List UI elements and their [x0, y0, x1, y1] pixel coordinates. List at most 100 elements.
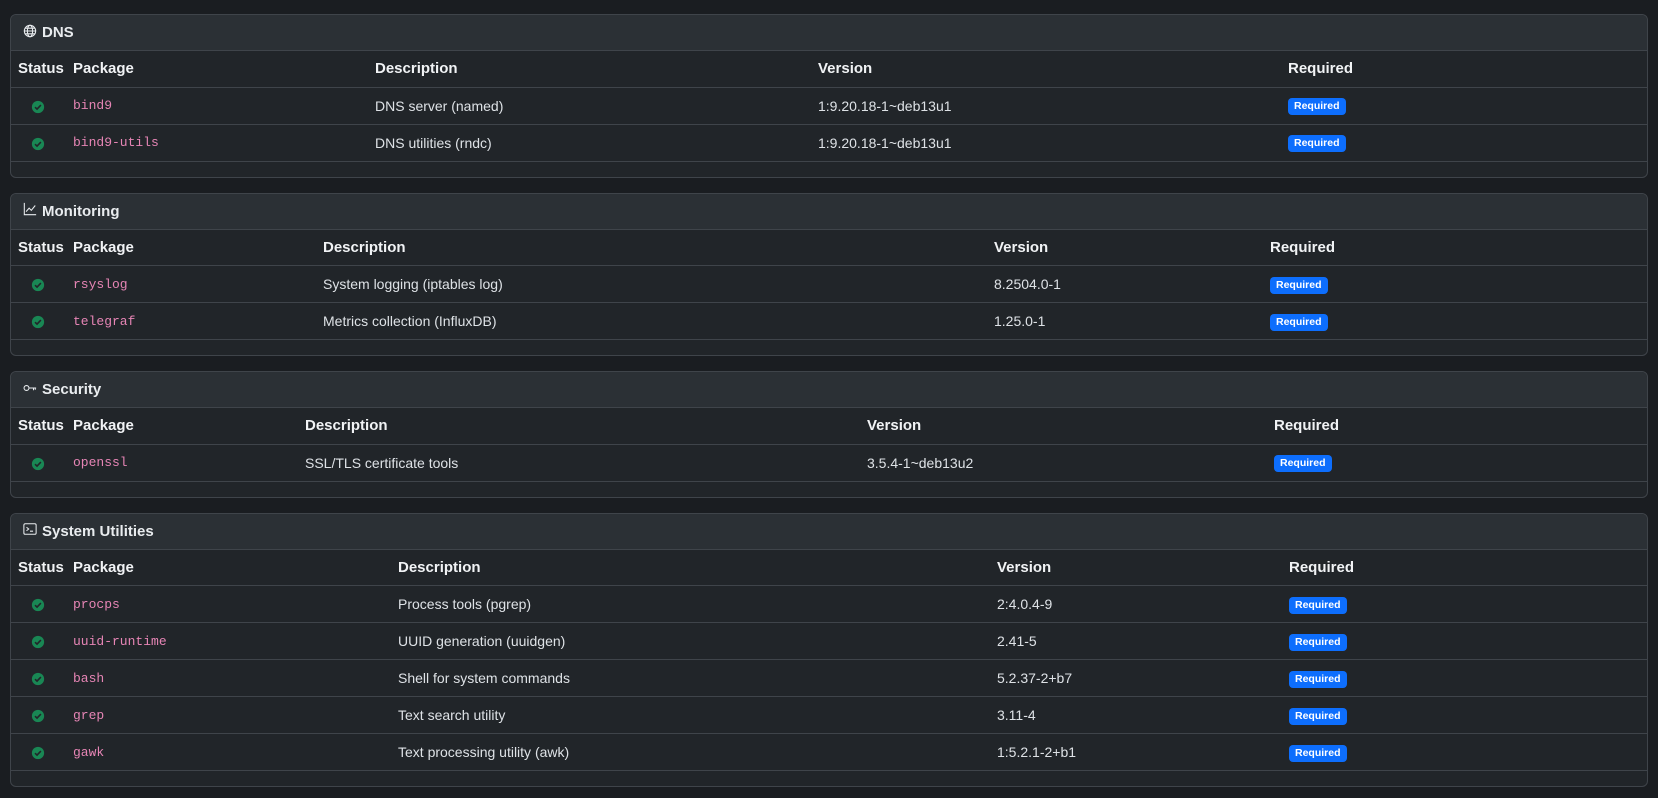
package-name: procps — [66, 585, 391, 623]
package-version: 2.41-5 — [990, 622, 1282, 660]
status-cell — [11, 87, 66, 125]
required-badge: Required — [1288, 98, 1346, 115]
check-circle-icon — [31, 744, 45, 760]
package-description: UUID generation (uuidgen) — [391, 622, 990, 660]
required-badge: Required — [1270, 313, 1328, 331]
graph-up-icon — [23, 202, 42, 220]
package-table: Status Package Description Version Requi… — [11, 229, 1647, 340]
package-name: bind9-utils — [66, 124, 368, 162]
check-circle-icon — [31, 596, 45, 612]
check-circle-icon — [31, 633, 45, 649]
col-version: Version — [987, 229, 1263, 266]
required-cell: Required — [1282, 585, 1647, 623]
table-row: openssl SSL/TLS certificate tools 3.5.4-… — [11, 444, 1647, 482]
check-circle-icon — [31, 276, 45, 292]
terminal-icon — [23, 522, 42, 540]
status-cell — [11, 444, 66, 482]
required-cell: Required — [1282, 696, 1647, 734]
check-circle-icon — [31, 313, 45, 329]
section-header: Security — [11, 372, 1647, 408]
col-description: Description — [316, 229, 987, 266]
col-package: Package — [66, 408, 298, 445]
package-name: uuid-runtime — [66, 622, 391, 660]
package-version: 1:5.2.1-2+b1 — [990, 733, 1282, 771]
check-circle-icon — [31, 670, 45, 686]
col-package: Package — [66, 51, 368, 88]
section-title: DNS — [42, 24, 74, 41]
key-icon — [23, 381, 42, 399]
table-row: uuid-runtime UUID generation (uuidgen) 2… — [11, 622, 1647, 660]
col-package: Package — [66, 549, 391, 586]
package-version: 2:4.0.4-9 — [990, 585, 1282, 623]
required-badge: Required — [1289, 670, 1347, 688]
col-package: Package — [66, 229, 316, 266]
package-version: 1:9.20.18-1~deb13u1 — [811, 87, 1281, 125]
table-row: grep Text search utility 3.11-4 Required — [11, 696, 1647, 734]
check-circle-icon — [31, 97, 45, 113]
status-cell — [11, 733, 66, 771]
package-description: Text processing utility (awk) — [391, 733, 990, 771]
package-version: 1:9.20.18-1~deb13u1 — [811, 124, 1281, 162]
col-status: Status — [11, 408, 66, 445]
status-cell — [11, 302, 66, 340]
package-description: System logging (iptables log) — [316, 265, 987, 303]
required-cell: Required — [1263, 302, 1647, 340]
package-description: Shell for system commands — [391, 659, 990, 697]
package-version: 8.2504.0-1 — [987, 265, 1263, 303]
col-required: Required — [1263, 229, 1647, 266]
col-required: Required — [1282, 549, 1647, 586]
section-security: Security Status Package Description Vers… — [10, 371, 1648, 498]
section-title: System Utilities — [42, 522, 154, 540]
package-name: bash — [66, 659, 391, 697]
status-cell — [11, 622, 66, 660]
package-version: 3.5.4-1~deb13u2 — [860, 444, 1267, 482]
package-table: Status Package Description Version Requi… — [11, 51, 1647, 162]
col-status: Status — [11, 51, 66, 88]
col-description: Description — [368, 51, 811, 88]
required-cell: Required — [1282, 622, 1647, 660]
required-badge: Required — [1289, 744, 1347, 762]
status-cell — [11, 585, 66, 623]
table-row: telegraf Metrics collection (InfluxDB) 1… — [11, 302, 1647, 340]
package-version: 3.11-4 — [990, 696, 1282, 734]
required-badge: Required — [1274, 455, 1332, 472]
package-description: DNS server (named) — [368, 87, 811, 125]
col-version: Version — [860, 408, 1267, 445]
globe-icon — [23, 24, 42, 42]
required-badge: Required — [1270, 276, 1328, 294]
table-row: procps Process tools (pgrep) 2:4.0.4-9 R… — [11, 585, 1647, 623]
section-header: Monitoring — [11, 193, 1647, 230]
required-cell: Required — [1267, 444, 1647, 482]
package-name: grep — [66, 696, 391, 734]
section-system-utilities: System Utilities Status Package Descript… — [10, 512, 1648, 787]
section-dns: DNS Status Package Description Version R… — [10, 14, 1648, 178]
section-monitoring: Monitoring Status Package Description Ve… — [10, 192, 1648, 356]
table-header-row: Status Package Description Version Requi… — [11, 549, 1647, 586]
status-cell — [11, 124, 66, 162]
package-description: SSL/TLS certificate tools — [298, 444, 860, 482]
section-title: Security — [42, 381, 102, 398]
check-circle-icon — [31, 707, 45, 723]
table-row: bind9 DNS server (named) 1:9.20.18-1~deb… — [11, 87, 1647, 125]
col-description: Description — [298, 408, 860, 445]
table-row: bind9-utils DNS utilities (rndc) 1:9.20.… — [11, 124, 1647, 162]
package-description: DNS utilities (rndc) — [368, 124, 811, 162]
package-name: telegraf — [66, 302, 316, 340]
status-cell — [11, 696, 66, 734]
table-row: rsyslog System logging (iptables log) 8.… — [11, 265, 1647, 303]
check-circle-icon — [31, 454, 45, 470]
col-required: Required — [1267, 408, 1647, 445]
required-badge: Required — [1289, 633, 1347, 651]
table-row: gawk Text processing utility (awk) 1:5.2… — [11, 733, 1647, 771]
package-name: bind9 — [66, 87, 368, 125]
section-header: DNS — [11, 15, 1647, 51]
col-status: Status — [11, 549, 66, 586]
section-title: Monitoring — [42, 202, 120, 220]
package-version: 5.2.37-2+b7 — [990, 659, 1282, 697]
col-description: Description — [391, 549, 990, 586]
status-cell — [11, 659, 66, 697]
col-required: Required — [1281, 51, 1647, 88]
required-cell: Required — [1282, 733, 1647, 771]
package-list: DNS Status Package Description Version R… — [0, 0, 1658, 787]
required-cell: Required — [1263, 265, 1647, 303]
